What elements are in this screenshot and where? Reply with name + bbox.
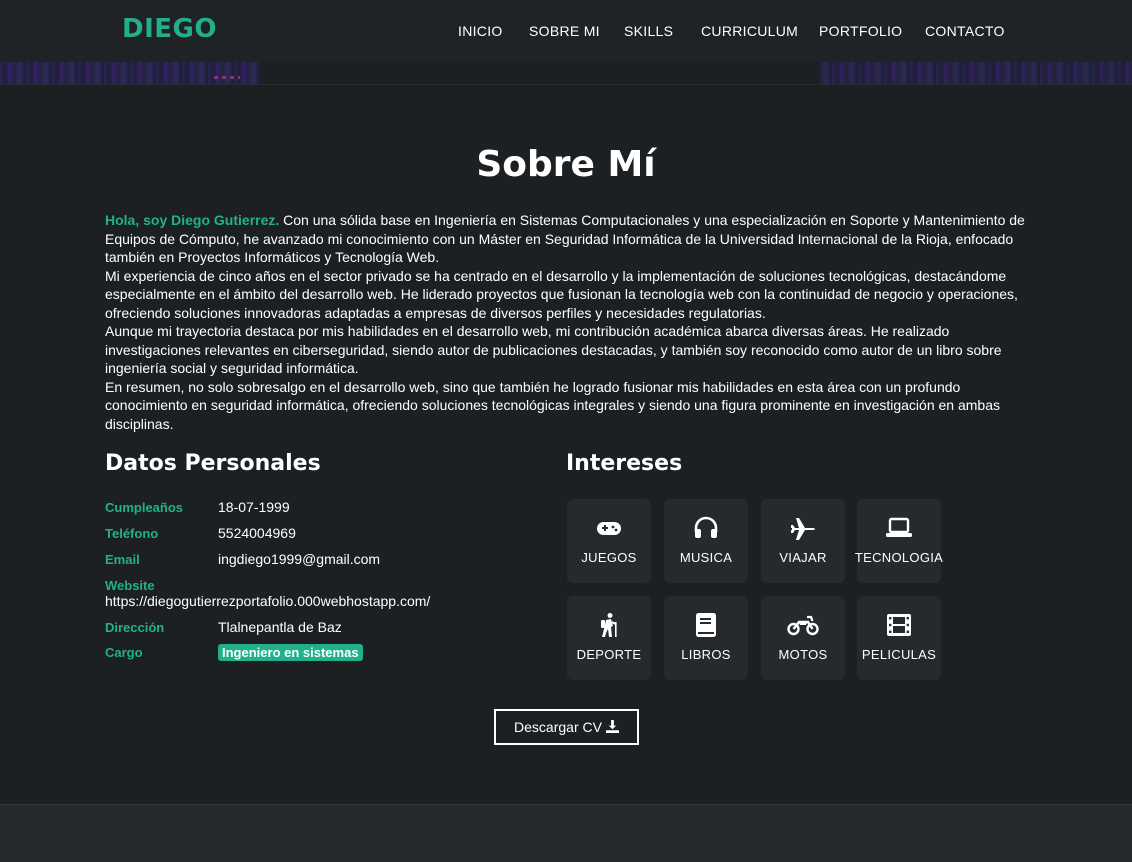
interest-label: DEPORTE	[576, 647, 642, 662]
role-row: Cargo Ingeniero en sistemas	[105, 644, 363, 661]
site-logo[interactable]: DIEGO	[122, 14, 217, 44]
site-footer	[0, 804, 1132, 862]
nav-portfolio[interactable]: PORTFOLIO	[819, 23, 902, 39]
section-title: Sobre Mí	[476, 144, 656, 185]
about-paragraph-2: Mi experiencia de cinco años en el secto…	[105, 267, 1018, 321]
interest-juegos[interactable]: JUEGOS	[567, 499, 651, 583]
gamepad-icon	[567, 515, 651, 541]
interest-label: VIAJAR	[779, 550, 827, 565]
headphones-icon	[664, 515, 748, 541]
banner-strip	[0, 62, 1132, 85]
hiking-icon	[567, 612, 651, 638]
email-value: ingdiego1999@gmail.com	[218, 551, 381, 567]
nav-inicio[interactable]: INICIO	[458, 23, 503, 39]
phone-label: Teléfono	[105, 526, 159, 541]
about-paragraph-4: En resumen, no solo sobresalgo en el des…	[105, 378, 1000, 432]
nav-contacto[interactable]: CONTACTO	[925, 23, 1005, 39]
phone-value: 5524004969	[218, 525, 296, 541]
interest-musica[interactable]: MUSICA	[664, 499, 748, 583]
website-row: Website	[105, 577, 218, 593]
site-header: DIEGO INICIO SOBRE MI SKILLS CURRICULUM …	[0, 0, 1132, 62]
birthday-label: Cumpleaños	[105, 500, 184, 515]
interest-label: MUSICA	[679, 550, 733, 565]
website-label: Website	[105, 578, 155, 593]
interest-label: PELICULAS	[861, 647, 937, 662]
interest-libros[interactable]: LIBROS	[664, 596, 748, 680]
download-icon	[605, 720, 619, 733]
interest-viajar[interactable]: VIAJAR	[761, 499, 845, 583]
nav-curriculum[interactable]: CURRICULUM	[701, 23, 798, 39]
birthday-value: 18-07-1999	[218, 499, 290, 515]
interest-deporte[interactable]: DEPORTE	[567, 596, 651, 680]
interest-label: MOTOS	[778, 647, 828, 662]
birthday-row: Cumpleaños 18-07-1999	[105, 499, 290, 515]
interest-label: TECNOLOGIA	[854, 550, 944, 565]
interest-peliculas[interactable]: PELICULAS	[857, 596, 941, 680]
nav-skills[interactable]: SKILLS	[624, 23, 673, 39]
interest-label: LIBROS	[681, 647, 731, 662]
address-value: Tlalnepantla de Baz	[218, 619, 342, 635]
role-label: Cargo	[105, 645, 143, 660]
website-value-row: https://diegogutierrezportafolio.000webh…	[105, 593, 430, 609]
email-label: Email	[105, 552, 140, 567]
motorcycle-icon	[761, 612, 845, 638]
about-text: Hola, soy Diego Gutierrez. Con una sólid…	[105, 211, 1035, 433]
address-label: Dirección	[105, 620, 165, 635]
laptop-icon	[857, 515, 941, 541]
interest-label: JUEGOS	[581, 550, 637, 565]
download-cv-button[interactable]: Descargar CV	[494, 709, 639, 745]
book-icon	[664, 612, 748, 638]
personal-data-title: Datos Personales	[105, 451, 321, 476]
interests-title: Intereses	[566, 451, 683, 476]
email-row: Email ingdiego1999@gmail.com	[105, 551, 380, 567]
intro-highlight: Hola, soy Diego Gutierrez.	[105, 212, 280, 228]
about-paragraph-3: Aunque mi trayectoria destaca por mis ha…	[105, 323, 1002, 376]
plane-icon	[761, 515, 845, 541]
film-icon	[857, 612, 941, 638]
phone-row: Teléfono 5524004969	[105, 525, 296, 541]
interest-motos[interactable]: MOTOS	[761, 596, 845, 680]
address-row: Dirección Tlalnepantla de Baz	[105, 619, 342, 635]
role-badge: Ingeniero en sistemas	[218, 644, 363, 661]
interest-tecnologia[interactable]: TECNOLOGIA	[855, 499, 943, 583]
website-value[interactable]: https://diegogutierrezportafolio.000webh…	[105, 593, 430, 609]
nav-sobre-mi[interactable]: SOBRE MI	[529, 23, 600, 39]
download-cv-label: Descargar CV	[514, 719, 602, 735]
